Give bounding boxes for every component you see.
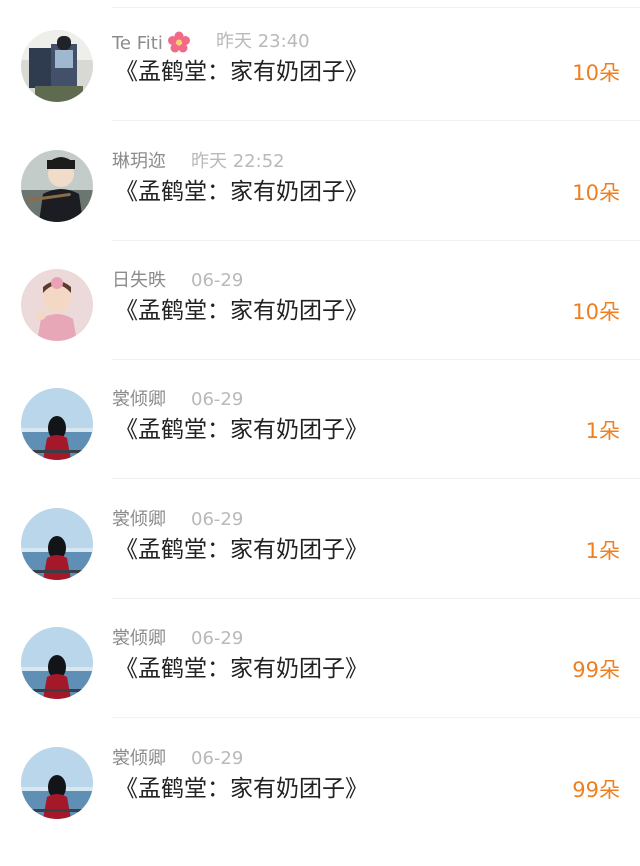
user-name[interactable]: 裳倾卿: [112, 748, 166, 770]
list-item[interactable]: 裳倾卿 06-29 《孟鹤堂：家有奶团子》 99朵: [0, 627, 640, 746]
list-item[interactable]: 裳倾卿 06-29 《孟鹤堂：家有奶团子》 1朵: [0, 388, 640, 507]
user-name[interactable]: 琳玥迩: [112, 151, 166, 173]
book-title[interactable]: 《孟鹤堂：家有奶团子》: [115, 177, 368, 207]
book-title[interactable]: 《孟鹤堂：家有奶团子》: [115, 774, 368, 804]
avatar[interactable]: [21, 150, 93, 222]
book-title[interactable]: 《孟鹤堂：家有奶团子》: [115, 57, 368, 87]
list-item[interactable]: Te Fiti 昨天 23:40 《孟鹤堂：家有奶团子》 10朵: [0, 30, 640, 149]
gift-count: 99朵: [572, 658, 620, 682]
user-name[interactable]: 日失昳: [112, 270, 166, 292]
book-title[interactable]: 《孟鹤堂：家有奶团子》: [115, 654, 368, 684]
book-title[interactable]: 《孟鹤堂：家有奶团子》: [115, 535, 368, 565]
list-item[interactable]: 琳玥迩 昨天 22:52 《孟鹤堂：家有奶团子》 10朵: [0, 150, 640, 269]
timestamp: 06-29: [191, 509, 244, 530]
avatar[interactable]: [21, 269, 93, 341]
flower-icon: [167, 31, 191, 53]
user-name[interactable]: 裳倾卿: [112, 628, 166, 650]
gift-count: 10朵: [572, 300, 620, 324]
list-item[interactable]: 裳倾卿 06-29 《孟鹤堂：家有奶团子》 99朵: [0, 747, 640, 866]
book-title[interactable]: 《孟鹤堂：家有奶团子》: [115, 415, 368, 445]
list-item[interactable]: 日失昳 06-29 《孟鹤堂：家有奶团子》 10朵: [0, 269, 640, 388]
row-divider: [112, 598, 640, 599]
timestamp: 06-29: [191, 628, 244, 649]
avatar[interactable]: [21, 747, 93, 819]
avatar[interactable]: [21, 508, 93, 580]
row-divider: [112, 240, 640, 241]
row-divider: [112, 359, 640, 360]
user-name[interactable]: 裳倾卿: [112, 389, 166, 411]
user-name[interactable]: 裳倾卿: [112, 509, 166, 531]
list-item[interactable]: 裳倾卿 06-29 《孟鹤堂：家有奶团子》 1朵: [0, 508, 640, 627]
avatar[interactable]: [21, 30, 93, 102]
timestamp: 06-29: [191, 389, 244, 410]
row-divider: [112, 717, 640, 718]
gift-count: 1朵: [585, 419, 620, 443]
timestamp: 06-29: [191, 270, 244, 291]
book-title[interactable]: 《孟鹤堂：家有奶团子》: [115, 296, 368, 326]
timestamp: 昨天 22:52: [191, 151, 285, 172]
user-name-text: Te Fiti: [112, 33, 163, 54]
avatar[interactable]: [21, 388, 93, 460]
top-divider: [112, 7, 640, 8]
timestamp: 06-29: [191, 748, 244, 769]
gift-count: 10朵: [572, 61, 620, 85]
gift-count: 10朵: [572, 181, 620, 205]
row-divider: [112, 120, 640, 121]
timestamp: 昨天 23:40: [216, 31, 310, 52]
gift-count: 1朵: [585, 539, 620, 563]
avatar[interactable]: [21, 627, 93, 699]
gift-count: 99朵: [572, 778, 620, 802]
row-divider: [112, 478, 640, 479]
user-name[interactable]: Te Fiti: [112, 31, 191, 55]
